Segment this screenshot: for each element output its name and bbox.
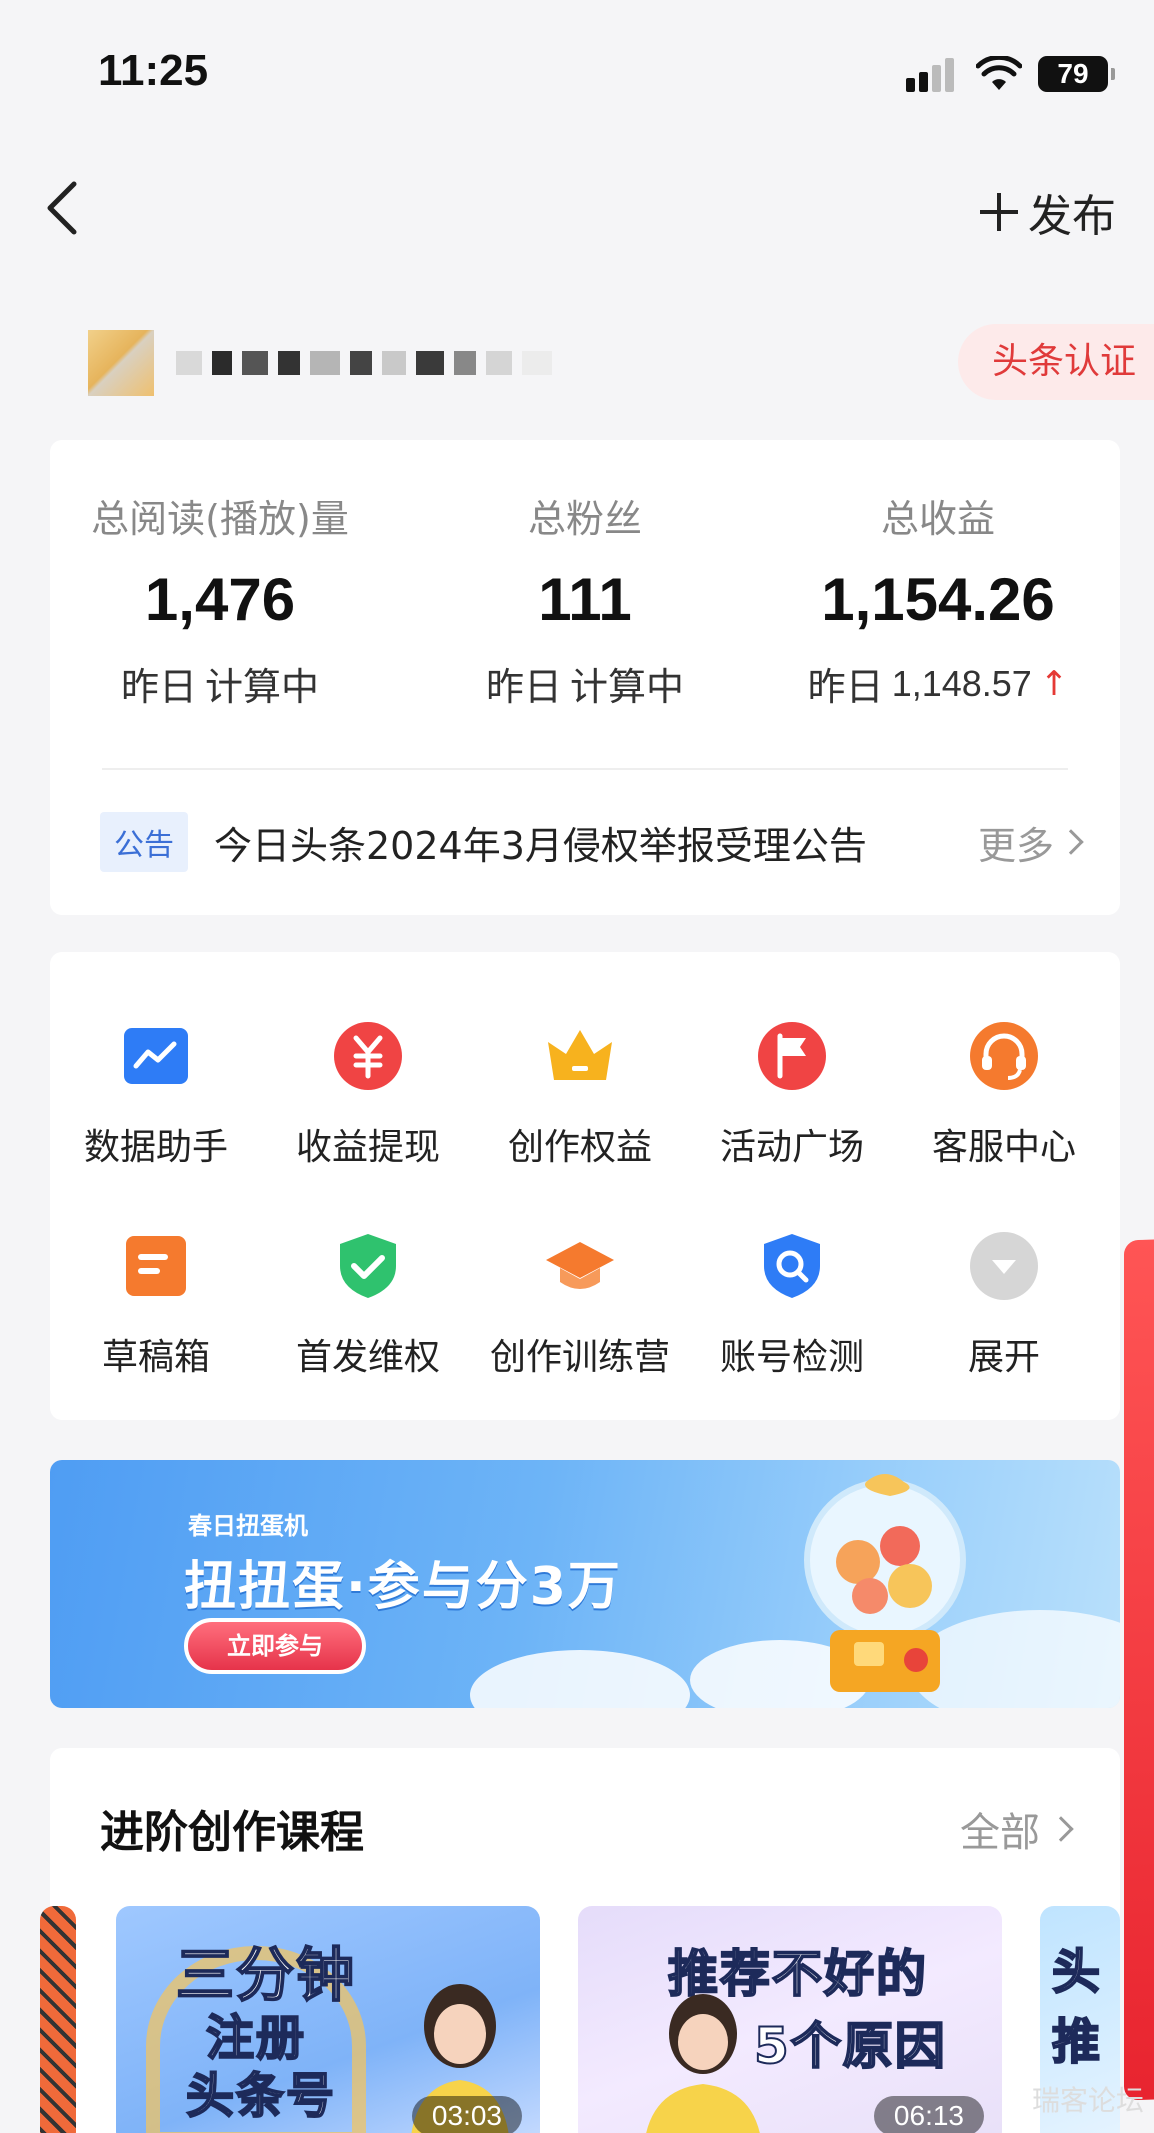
banner-join-button[interactable]: 立即参与 [184,1618,366,1674]
stat-sub-prefix: 昨日 [807,665,884,709]
banner-subtitle: 春日扭蛋机 [188,1512,308,1540]
tool-label: 数据助手 [83,1127,228,1168]
stat-value: 111 [538,566,632,633]
graduation-cap-icon [546,1242,614,1289]
floating-edge-tab[interactable] [1124,1239,1154,2101]
presenter-image [646,1994,760,2133]
stat-sub: 昨日 计算中 [50,656,390,711]
avatar[interactable] [88,330,154,396]
stat-fans[interactable]: 总粉丝 111 昨日 计算中 [415,488,755,711]
headset-icon [970,1022,1038,1090]
tool-data-assistant[interactable]: 数据助手 [50,1020,262,1170]
courses-title: 进阶创作课程 [100,1807,364,1858]
chevron-right-icon [1048,1816,1074,1842]
username-pixelated [176,330,616,396]
back-icon[interactable] [38,178,88,238]
cellular-signal-icon [906,58,958,92]
stat-sub: 昨日 1,148.57 ↑ [768,656,1108,711]
course-thumb-line: 头条号 [185,2067,337,2125]
tool-label: 账号检测 [719,1337,864,1378]
course-duration: 06:13 [873,2096,984,2133]
stat-sub-prefix: 昨日 [120,665,197,709]
course-thumb-line: 推 [1051,2013,1103,2071]
chart-icon [124,1028,188,1084]
tool-drafts[interactable]: 草稿箱 [50,1230,262,1380]
stat-label: 总粉丝 [527,497,642,541]
course-card-partial[interactable] [40,1906,76,2133]
stat-earnings[interactable]: 总收益 1,154.26 昨日 1,148.57 ↑ [768,488,1108,711]
course-thumb-line: 头 [1051,1943,1103,2001]
publish-label: 发布 [1028,191,1116,242]
tool-customer-service[interactable]: 客服中心 [898,1020,1110,1170]
trend-up-icon: ↑ [1039,663,1069,704]
tool-creator-benefits[interactable]: 创作权益 [474,1020,686,1170]
chevron-right-icon [1058,829,1084,855]
stat-label: 总阅读(播放)量 [91,497,349,541]
courses-section: 进阶创作课程 全部 三分钟 注册 头条号 03:03 推荐不好的 5个原因 06… [40,1748,1120,2133]
stat-label: 总收益 [880,497,995,541]
courses-all-label: 全部 [960,1810,1040,1856]
tool-creator-camp[interactable]: 创作训练营 [474,1230,686,1380]
course-thumb-line: 5个原因 [753,2016,947,2076]
notice-tag: 公告 [100,812,188,872]
draft-icon [126,1236,186,1296]
stat-value: 1,154.26 [821,566,1055,633]
course-duration: 03:03 [411,2096,522,2133]
yuan-icon [334,1022,402,1090]
course-card[interactable]: 三分钟 注册 头条号 03:03 [116,1906,540,2133]
flag-icon [758,1022,826,1090]
tool-activity-square[interactable]: 活动广场 [686,1020,898,1170]
cloud-decoration [470,1650,690,1708]
tool-label: 活动广场 [719,1127,864,1168]
tool-label: 创作权益 [507,1127,652,1168]
tool-label: 首发维权 [295,1337,440,1378]
publish-button[interactable]: 发布 [980,182,1116,242]
stats-card: 总阅读(播放)量 1,476 昨日 计算中 总粉丝 111 昨日 计算中 总收益… [50,440,1120,915]
stat-sub-value: 1,148.57 [891,662,1032,704]
verify-badge[interactable]: 头条认证 [958,324,1154,400]
stat-value: 1,476 [144,566,296,633]
stat-sub: 昨日 计算中 [415,656,755,711]
top-nav: 发布 [0,150,1154,270]
tool-label: 客服中心 [931,1127,1076,1168]
tools-grid: 数据助手 收益提现 创作权益 活动广场 客服中心 草稿箱 首发维权 创作训练营 … [50,952,1120,1420]
wifi-icon [976,56,1022,90]
notice-more-label: 更多 [977,823,1054,868]
stat-sub-value: 计算中 [205,665,320,709]
notice-text[interactable]: 今日头条2024年3月侵权举报受理公告 [214,815,978,870]
profile-row: 头条认证 [0,320,1154,410]
tool-label: 草稿箱 [101,1337,210,1378]
tool-label: 创作训练营 [489,1337,670,1378]
promo-banner[interactable]: 春日扭蛋机 扭扭蛋·参与分3万 立即参与 [50,1460,1120,1708]
notice-more-link[interactable]: 更多 [977,815,1084,870]
watermark: 瑞客论坛 [1031,2084,1144,2117]
tool-expand[interactable]: 展开 [898,1230,1110,1380]
course-card[interactable]: 推荐不好的 5个原因 06:13 [578,1906,1002,2133]
shield-search-icon [764,1234,820,1298]
status-bar: 11:25 79 [0,0,1154,140]
stat-sub-prefix: 昨日 [485,665,562,709]
tool-account-check[interactable]: 账号检测 [686,1230,898,1380]
tool-label: 展开 [967,1337,1040,1378]
notice-bar[interactable]: 公告 今日头条2024年3月侵权举报受理公告 更多 [100,806,1084,878]
tool-original-protection[interactable]: 首发维权 [262,1230,474,1380]
status-time: 11:25 [98,46,209,95]
expand-icon [970,1232,1038,1300]
banner-title: 扭扭蛋·参与分3万 [184,1557,622,1617]
gacha-machine-icon [804,1474,966,1692]
tool-label: 收益提现 [295,1127,440,1168]
divider [102,768,1068,770]
plus-icon [980,193,1018,231]
battery-indicator: 79 [1038,56,1115,92]
crown-icon [548,1030,612,1080]
tool-earnings-withdraw[interactable]: 收益提现 [262,1020,474,1170]
stat-reads[interactable]: 总阅读(播放)量 1,476 昨日 计算中 [50,488,390,711]
courses-all-link[interactable]: 全部 [960,1800,1074,1858]
shield-check-icon [340,1234,396,1298]
stat-sub-value: 计算中 [570,665,685,709]
